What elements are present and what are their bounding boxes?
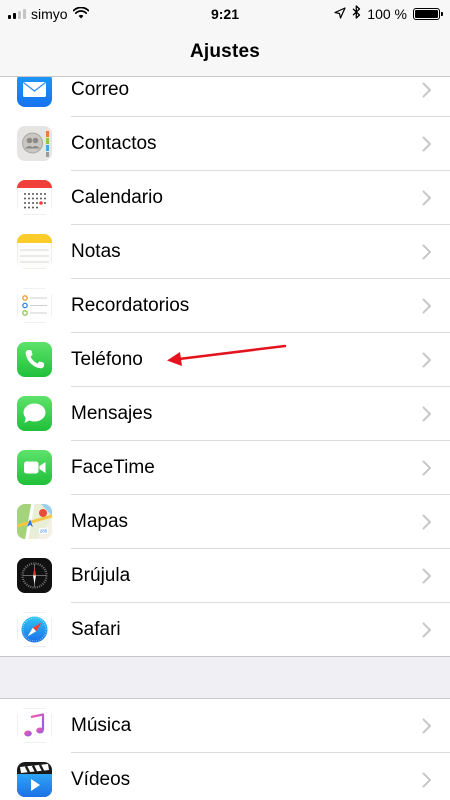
settings-row-musica[interactable]: Música <box>0 699 450 753</box>
chevron-right-icon <box>422 244 431 260</box>
page-title: Ajustes <box>189 41 261 62</box>
settings-row-notas[interactable]: Notas <box>0 225 450 279</box>
settings-list-media: Música Vídeos <box>0 698 450 800</box>
chevron-right-icon <box>422 298 431 314</box>
settings-row-brujula[interactable]: Brújula <box>0 549 450 603</box>
settings-row-mapas[interactable]: 280 Mapas <box>0 495 450 549</box>
mail-icon <box>17 72 52 107</box>
reminders-icon <box>17 288 52 323</box>
chevron-right-icon <box>422 406 431 422</box>
music-icon <box>17 708 52 743</box>
settings-row-safari[interactable]: Safari <box>0 603 450 657</box>
settings-row-label: Mapas <box>71 511 129 532</box>
messages-icon <box>17 396 52 431</box>
bluetooth-icon <box>352 5 361 22</box>
chevron-right-icon <box>422 772 431 788</box>
svg-text:280: 280 <box>40 529 48 534</box>
safari-icon <box>17 612 52 647</box>
settings-row-label: Vídeos <box>71 769 131 790</box>
chevron-right-icon <box>422 460 431 476</box>
chevron-right-icon <box>422 190 431 206</box>
settings-row-label: Contactos <box>71 133 157 154</box>
settings-row-contactos[interactable]: Contactos <box>0 117 450 171</box>
navigation-bar: Ajustes <box>0 28 450 77</box>
settings-row-recordatorios[interactable]: Recordatorios <box>0 279 450 333</box>
compass-icon <box>17 558 52 593</box>
battery-percent: 100 % <box>367 5 407 22</box>
settings-list-apps: Correo Contactos Calendario Notas Record… <box>0 63 450 657</box>
chevron-right-icon <box>422 352 431 368</box>
settings-row-videos[interactable]: Vídeos <box>0 753 450 800</box>
settings-screen: simyo 9:21 100 % Ajustes Correo Contacto… <box>0 0 450 800</box>
status-bar: simyo 9:21 100 % <box>0 0 450 28</box>
notes-icon <box>17 234 52 269</box>
battery-level-fill <box>415 9 438 18</box>
settings-row-label: Safari <box>71 619 121 640</box>
settings-row-label: Brújula <box>71 565 131 586</box>
contacts-icon <box>17 126 52 161</box>
chevron-right-icon <box>422 718 431 734</box>
settings-row-label: Teléfono <box>71 349 143 370</box>
settings-row-facetime[interactable]: FaceTime <box>0 441 450 495</box>
location-icon <box>334 6 346 22</box>
settings-row-telefono[interactable]: Teléfono <box>0 333 450 387</box>
maps-icon: 280 <box>17 504 52 539</box>
calendar-icon <box>17 180 52 215</box>
settings-row-calendario[interactable]: Calendario <box>0 171 450 225</box>
carrier-name: simyo <box>31 6 68 22</box>
settings-row-label: Correo <box>71 79 130 100</box>
chevron-right-icon <box>422 622 431 638</box>
battery-icon <box>413 7 443 20</box>
settings-row-label: Mensajes <box>71 403 153 424</box>
videos-icon <box>17 762 52 797</box>
chevron-right-icon <box>422 82 431 98</box>
settings-row-label: Música <box>71 715 132 736</box>
settings-row-label: FaceTime <box>71 457 155 478</box>
wifi-icon <box>72 6 89 22</box>
chevron-right-icon <box>422 514 431 530</box>
settings-row-mensajes[interactable]: Mensajes <box>0 387 450 441</box>
chevron-right-icon <box>422 136 431 152</box>
facetime-icon <box>17 450 52 485</box>
phone-icon <box>17 342 52 377</box>
settings-row-label: Calendario <box>71 187 163 208</box>
settings-row-label: Notas <box>71 241 121 262</box>
settings-row-label: Recordatorios <box>71 295 190 316</box>
chevron-right-icon <box>422 568 431 584</box>
signal-strength-icon <box>8 9 26 19</box>
